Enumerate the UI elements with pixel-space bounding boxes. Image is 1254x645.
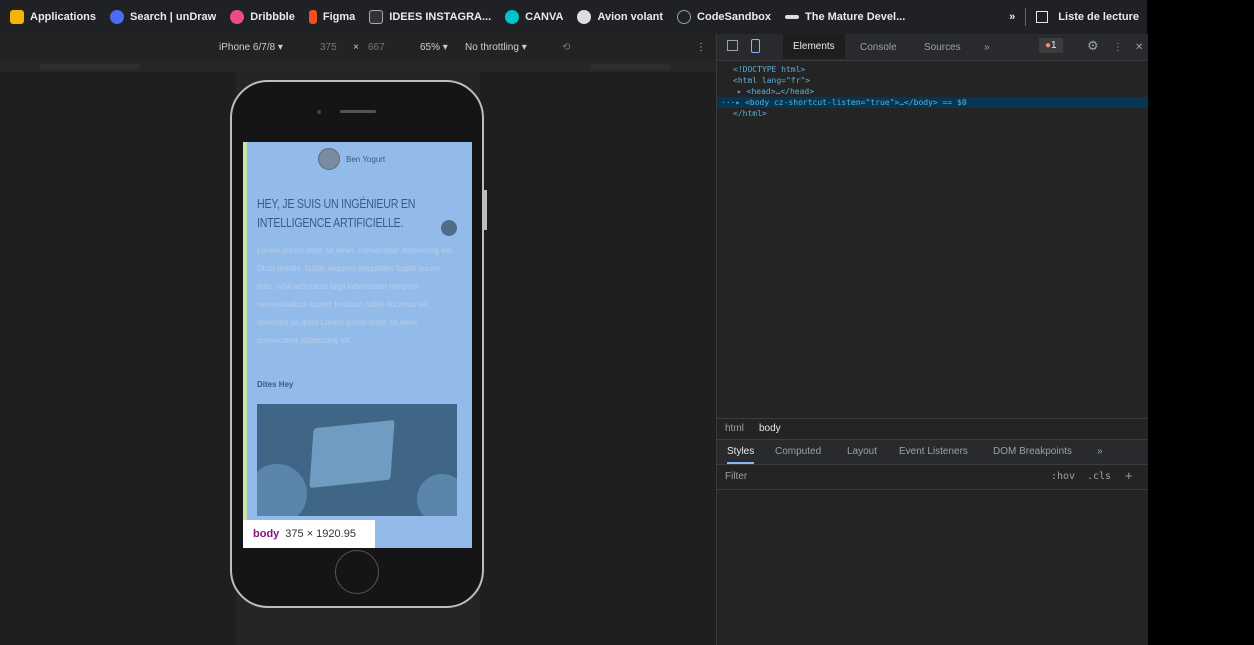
tab-styles[interactable]: Styles [727,446,755,464]
codesandbox-icon [677,10,692,24]
bookmark-avion-volant[interactable]: Avion volant [577,10,663,24]
tab-layout[interactable]: Layout [847,446,877,457]
tab-console[interactable]: Console [860,42,897,53]
reading-list-button[interactable]: Liste de lecture [1058,11,1139,23]
tab-computed[interactable]: Computed [775,446,821,457]
device-toolbar: iPhone 6/7/8 ▾ 375 × 667 65% ▾ No thrott… [0,34,716,63]
dom-line[interactable]: <html lang="fr"> [717,75,1148,86]
devtools-tabbar: Elements Console Sources » ●1 ⚙ ⋮ ✕ [717,34,1148,61]
more-options-icon[interactable]: ⋮ [696,42,706,53]
filter-input[interactable]: Filter [725,471,747,482]
dom-line-selected[interactable]: ···▸ <body cz-shortcut-listen="true">…</… [717,97,1148,108]
cls-toggle[interactable]: .cls [1087,471,1111,482]
bookmark-figma[interactable]: Figma [308,10,355,24]
dom-line[interactable]: ▸ <head>…</head> [717,86,1148,97]
bookmarks-bar: Applications Search | unDraw Dribbble Fi… [0,0,1147,34]
breadcrumb-body[interactable]: body [759,423,781,434]
divider [1025,8,1027,26]
emulated-page[interactable]: Ben Yogurt HEY, JE SUIS UN INGÉNIEUR EN … [243,142,472,548]
bookmark-codesandbox[interactable]: CodeSandbox [677,10,771,24]
devtools-menu-icon[interactable]: ⋮ [1113,42,1123,53]
globe-icon [577,10,592,24]
breadcrumb-html[interactable]: html [725,423,744,434]
bookmark-dribbble[interactable]: Dribbble [230,10,295,24]
rotate-icon[interactable]: ⟲ [562,42,570,53]
dom-line[interactable]: </html> [717,108,1148,119]
close-icon[interactable]: ✕ [1135,42,1143,53]
laptop-image [309,419,395,489]
signature: Dites Hey [257,380,294,389]
error-count-badge[interactable]: ●1 [1039,38,1063,53]
bookmark-applications[interactable]: Applications [10,10,96,24]
ruler-segment [590,64,670,70]
bookmark-undraw[interactable]: Search | unDraw [110,10,216,24]
bookmark-canva[interactable]: CANVA [505,10,563,24]
inspect-tag: body [253,528,280,540]
bookmarks-right: » Liste de lecture [1009,0,1139,34]
figma-icon [308,10,317,24]
intro-paragraph: Lorem ipsum dolor sit amet, consectetur … [257,246,454,345]
tab-dom-breakpoints[interactable]: DOM Breakpoints [993,446,1072,457]
speaker-grille [340,110,376,113]
tab-elements[interactable]: Elements [783,34,845,59]
dimension-times: × [353,42,359,53]
mustache-icon [785,15,799,19]
width-input[interactable]: 375 [320,42,337,53]
hov-toggle[interactable]: :hov [1051,471,1075,482]
laptop-illustration [257,404,457,516]
media-query-ruler[interactable] [0,62,716,72]
instagram-idea-icon [369,10,384,24]
device-select[interactable]: iPhone 6/7/8 ▾ [219,42,283,53]
more-tabs-button[interactable]: » [984,42,990,53]
height-input[interactable]: 667 [368,42,385,53]
ruler-segment [40,64,140,70]
canva-icon [505,10,520,24]
headline-line-1: HEY, JE SUIS UN INGÉNIEUR EN [257,196,416,211]
illustration-shape [417,474,457,516]
settings-gear-icon[interactable]: ⚙ [1087,38,1099,54]
throttling-select[interactable]: No throttling ▾ [465,42,527,53]
devtools-panel: Elements Console Sources » ●1 ⚙ ⋮ ✕ <!DO… [716,34,1148,645]
more-style-tabs-button[interactable]: » [1097,446,1103,457]
styles-tabbar: Styles Computed Layout Event Listeners D… [717,440,1148,465]
inspect-element-icon[interactable] [727,40,738,51]
avatar [318,148,340,170]
grid-icon [10,10,24,24]
dom-tree: <!DOCTYPE html> <html lang="fr"> ▸ <head… [717,64,1148,119]
illustration-shape [257,464,307,516]
inspect-size: 375 × 1920.95 [285,528,356,540]
dribbble-icon [230,10,245,24]
undraw-icon [110,10,125,24]
home-button [335,550,379,594]
bookmark-mature-developer[interactable]: The Mature Devel... [785,11,905,23]
page-headline: HEY, JE SUIS UN INGÉNIEUR EN INTELLIGENC… [257,194,437,232]
breadcrumb: html body [717,418,1148,440]
profile-name: Ben Yogurt [346,154,386,164]
zoom-select[interactable]: 65% ▾ [420,42,448,53]
headline-line-2: INTELLIGENCE ARTIFICIELLE. [257,215,404,230]
new-style-rule-button[interactable]: + [1125,468,1133,483]
inspect-size-badge: body 375 × 1920.95 [243,520,375,548]
profile-header: Ben Yogurt [318,148,385,170]
dom-line[interactable]: <!DOCTYPE html> [717,64,1148,75]
device-toggle-icon[interactable] [751,39,760,53]
bookmarks-overflow-button[interactable]: » [1009,11,1015,23]
reading-list-icon[interactable] [1036,11,1049,23]
bookmark-idees-instagram[interactable]: IDEES INSTAGRA... [369,10,491,24]
tab-sources[interactable]: Sources [924,42,961,53]
camera-icon [317,110,321,114]
styles-filter-bar: Filter :hov .cls + [717,465,1148,490]
scroll-dot [441,220,457,236]
tab-event-listeners[interactable]: Event Listeners [899,446,968,457]
phone-side-button [484,190,487,230]
